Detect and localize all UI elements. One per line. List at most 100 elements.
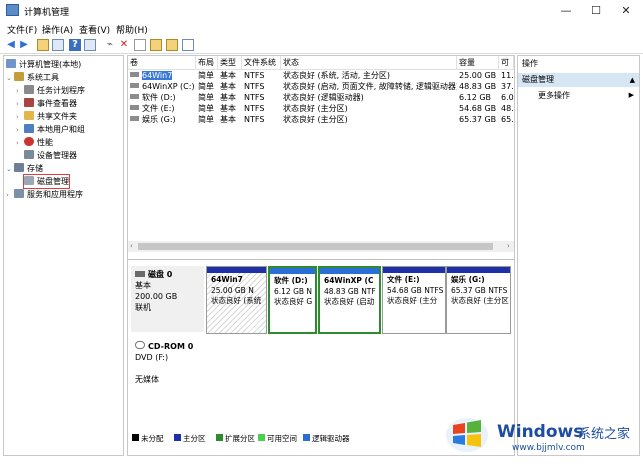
services-icon [14, 189, 24, 198]
watermark-url: www.bjjmlv.com [512, 443, 585, 453]
partition-4[interactable]: 娱乐 (G:) 65.37 GB NTFS 状态良好 (主分区 [446, 266, 511, 334]
scroll-right-icon[interactable]: › [507, 242, 510, 250]
collapse-up-icon[interactable]: ▲ [630, 73, 635, 87]
partition-color-bar [383, 267, 445, 273]
maximize-button[interactable]: ☐ [581, 0, 611, 22]
volume-name: 64Win7 [142, 71, 173, 80]
tree-item-device-manager[interactable]: 设备管理器 [24, 149, 77, 162]
menu-help[interactable]: 帮助(H) [116, 23, 148, 36]
volume-name: 文件 (E:) [142, 104, 175, 113]
actions-disk-management[interactable]: 磁盘管理 ▲ [518, 73, 639, 87]
minimize-button[interactable]: — [551, 0, 581, 22]
export-icon[interactable] [166, 39, 178, 51]
table-cell-cap: 65.37 GB [459, 115, 497, 124]
scroll-left-icon[interactable]: ‹ [130, 242, 133, 250]
partition-1[interactable]: 软件 (D:) 6.12 GB N 状态良好 G [268, 266, 317, 334]
column-header-type[interactable]: 类型 [218, 56, 242, 70]
table-row[interactable]: 64Win7 简单 基本 NTFS 状态良好 (系统, 活动, 主分区) 25.00 GB… [128, 71, 514, 81]
column-header-capacity[interactable]: 容量 [457, 56, 499, 70]
partition-3[interactable]: 文件 (E:) 54.68 GB NTFS 状态良好 (主分 [382, 266, 446, 334]
partition-name: 软件 (D:) [274, 276, 308, 285]
tree-item-disk-management[interactable]: 磁盘管理 [23, 174, 70, 189]
table-cell-layout: 简单 [198, 104, 214, 113]
tree-item-event-viewer[interactable]: › 事件查看器 [16, 97, 77, 110]
table-cell-fs: NTFS [244, 71, 265, 80]
console-icon[interactable] [84, 39, 96, 51]
table-cell-vol: 软件 (D:) [130, 93, 196, 103]
tree-services-apps[interactable]: › 服务和应用程序 [6, 188, 83, 201]
tree-item-local-users[interactable]: › 本地用户和组 [16, 123, 85, 136]
partition-status: 状态良好 (系统 [211, 296, 262, 305]
column-header-filesystem[interactable]: 文件系统 [242, 56, 281, 70]
tree-item-task-scheduler[interactable]: › 任务计划程序 [16, 84, 85, 97]
menu-view[interactable]: 查看(V) [79, 23, 110, 36]
partition-name: 64WinXP (C [324, 276, 374, 285]
table-cell-type: 基本 [220, 104, 236, 113]
disk-0-size: 200.00 GB [135, 292, 178, 301]
tree-root[interactable]: 计算机管理(本地) [6, 58, 81, 71]
collapse-icon[interactable]: ⌄ [6, 72, 14, 85]
cdrom-icon [135, 341, 145, 349]
disk-0-header[interactable]: 磁盘 0 基本 200.00 GB 联机 [131, 266, 204, 332]
table-row[interactable]: 软件 (D:) 简单 基本 NTFS 状态良好 (逻辑驱动器) 6.12 GB 6.0 [128, 93, 514, 103]
column-header-volume[interactable]: 卷 [128, 56, 196, 70]
back-icon[interactable]: ◀ [5, 39, 17, 51]
tree-item-shared-folders[interactable]: › 共享文件夹 [16, 110, 77, 123]
tree-item-performance[interactable]: › 性能 [16, 136, 53, 149]
computer-management-icon [6, 4, 19, 16]
column-header-free[interactable]: 可 [499, 56, 514, 70]
table-row[interactable]: 64WinXP (C:) 简单 基本 NTFS 状态良好 (启动, 页面文件, 故障转储… [128, 82, 514, 92]
actions-title: 操作 [522, 59, 538, 68]
computer-icon [6, 59, 16, 68]
column-header-status[interactable]: 状态 [281, 56, 457, 70]
clock-icon [24, 85, 34, 94]
menu-bar: 文件(F) 操作(A) 查看(V) 帮助(H) [0, 22, 643, 36]
tree-system-tools[interactable]: ⌄ 系统工具 [6, 71, 59, 84]
menu-action[interactable]: 操作(A) [42, 23, 73, 36]
volume-name: 软件 (D:) [142, 93, 176, 102]
cdrom-0-header[interactable]: CD-ROM 0 DVD (F:) 无媒体 [131, 338, 204, 418]
partition-status: 状态良好 (主分 [387, 296, 438, 305]
horizontal-scrollbar[interactable]: ‹ › [128, 241, 514, 252]
partition-0[interactable]: 64Win7 25.00 GB N 状态良好 (系统 [206, 266, 267, 334]
properties-icon[interactable] [134, 39, 146, 51]
cdrom-0-media: 无媒体 [135, 375, 159, 384]
menu-file[interactable]: 文件(F) [7, 23, 37, 36]
volume-icon [130, 105, 139, 110]
partition-2[interactable]: 64WinXP (C 48.83 GB NTF 状态良好 (启动 [318, 266, 381, 334]
performance-icon [24, 137, 34, 146]
tree-storage[interactable]: ⌄ 存储 [6, 162, 43, 175]
partition-size: 25.00 GB N [211, 285, 254, 295]
table-row[interactable]: 文件 (E:) 简单 基本 NTFS 状态良好 (主分区) 54.68 GB 48. [128, 104, 514, 114]
expand-icon[interactable]: › [16, 137, 24, 150]
legend-extended: 扩展分区 [216, 434, 255, 444]
column-header-layout[interactable]: 布局 [196, 56, 218, 70]
connect-icon[interactable]: ⌁ [104, 39, 116, 51]
forward-icon[interactable]: ▶ [18, 39, 30, 51]
collapse-icon[interactable]: ⌄ [6, 163, 14, 176]
scrollbar-thumb[interactable] [138, 243, 493, 250]
arrow-right-icon: ▶ [628, 91, 634, 99]
close-button[interactable]: ✕ [611, 0, 641, 22]
legend-free-space: 可用空间 [258, 434, 297, 444]
show-tree-icon[interactable] [52, 39, 64, 51]
up-folder-icon[interactable] [37, 39, 49, 51]
help-icon[interactable]: ? [69, 39, 81, 51]
table-cell-cap: 25.00 GB [459, 71, 497, 80]
volume-name: 64WinXP (C:) [142, 82, 195, 91]
partition-size: 65.37 GB NTFS [451, 285, 508, 295]
partition-size: 48.83 GB NTF [324, 286, 376, 296]
cdrom-0-name: CD-ROM 0 [135, 341, 204, 352]
table-cell-layout: 简单 [198, 93, 214, 102]
view-icon[interactable] [182, 39, 194, 51]
actions-more[interactable]: 更多操作 ▶ [518, 89, 639, 102]
table-row[interactable]: 娱乐 (G:) 简单 基本 NTFS 状态良好 (主分区) 65.37 GB 65. [128, 115, 514, 125]
table-cell-type: 基本 [220, 93, 236, 102]
table-cell-free: 48. [501, 104, 514, 113]
partition-status: 状态良好 (主分区 [451, 296, 509, 305]
expand-icon[interactable]: › [6, 189, 14, 202]
table-cell-type: 基本 [220, 71, 236, 80]
delete-icon[interactable]: ✕ [118, 39, 130, 51]
open-icon[interactable] [150, 39, 162, 51]
partition-status: 状态良好 (启动 [324, 297, 375, 306]
